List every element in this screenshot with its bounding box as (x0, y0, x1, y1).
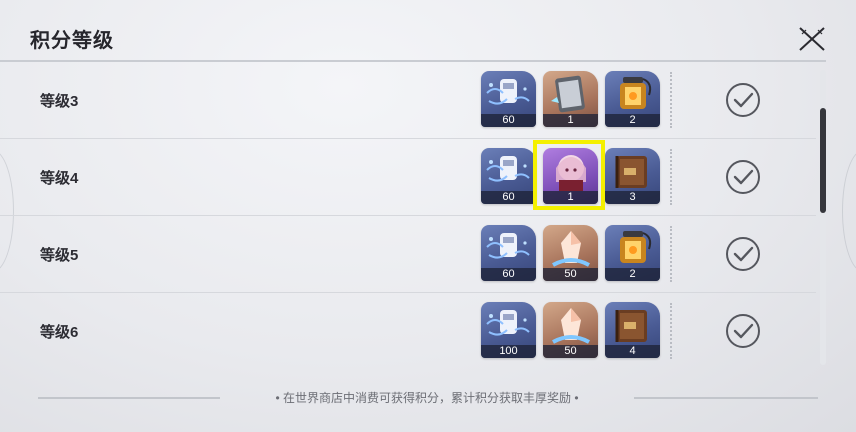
level-list: 等级3 60 1 2 等级4 60 1 3 等级5 60 50 2 等级6 100 50 4 (0, 62, 816, 369)
row-separator (670, 72, 672, 128)
reward-quantity: 60 (481, 114, 536, 127)
crystal-icon (486, 156, 530, 182)
level-label: 等级4 (40, 170, 79, 187)
reward-items: 60 50 2 (481, 225, 660, 281)
reward-items: 60 1 2 (481, 71, 660, 127)
reward-quantity: 2 (605, 114, 660, 127)
level-label: 等级6 (40, 324, 79, 341)
reward-item[interactable]: 60 (481, 71, 536, 127)
reward-items: 100 50 4 (481, 302, 660, 358)
row-separator (670, 303, 672, 359)
reward-quantity: 1 (543, 191, 598, 204)
crystal-icon (486, 79, 530, 105)
lantern-icon (620, 77, 652, 109)
claimed-check-icon (725, 82, 761, 118)
level-row: 等级3 60 1 2 (0, 62, 816, 139)
gem-shard-icon (552, 231, 590, 267)
reward-item[interactable]: 50 (543, 302, 598, 358)
book-icon (615, 156, 647, 188)
level-row: 等级4 60 1 3 (0, 139, 816, 216)
footer: • 在世界商店中消费可获得积分，累计积分获取丰厚奖励 • (0, 388, 856, 408)
crystal-icon (486, 233, 530, 259)
reward-quantity: 1 (543, 114, 598, 127)
reward-item[interactable]: 3 (605, 148, 660, 204)
right-edge-decoration (842, 150, 856, 272)
reward-quantity: 50 (543, 268, 598, 281)
reward-item[interactable]: 100 (481, 302, 536, 358)
reward-item[interactable]: 50 (543, 225, 598, 281)
reward-item[interactable]: 4 (605, 302, 660, 358)
phone-icon (551, 75, 585, 113)
footer-line-right (634, 397, 818, 399)
scrollbar-thumb[interactable] (820, 108, 826, 213)
book-icon (615, 310, 647, 342)
reward-item[interactable]: 2 (605, 225, 660, 281)
character-portrait-icon (556, 155, 586, 191)
claimed-check-icon (725, 236, 761, 272)
level-label: 等级3 (40, 93, 79, 110)
reward-items: 60 1 3 (481, 148, 660, 204)
close-icon (799, 27, 825, 51)
claimed-check-icon (725, 159, 761, 195)
level-row: 等级6 100 50 4 (0, 293, 816, 369)
crystal-icon (486, 310, 530, 336)
level-row: 等级5 60 50 2 (0, 216, 816, 293)
reward-quantity: 100 (481, 345, 536, 358)
reward-quantity: 60 (481, 191, 536, 204)
reward-quantity: 2 (605, 268, 660, 281)
close-button[interactable] (796, 24, 828, 54)
panel-title: 积分等级 (30, 30, 114, 52)
reward-quantity: 60 (481, 268, 536, 281)
reward-quantity: 3 (605, 191, 660, 204)
reward-item[interactable]: 60 (481, 225, 536, 281)
lantern-icon (620, 231, 652, 263)
reward-item[interactable]: 1 (543, 71, 598, 127)
reward-quantity: 50 (543, 345, 598, 358)
reward-quantity: 4 (605, 345, 660, 358)
row-separator (670, 149, 672, 205)
claimed-check-icon (725, 313, 761, 349)
level-label: 等级5 (40, 247, 79, 264)
scrollbar[interactable] (820, 70, 826, 365)
footer-text: • 在世界商店中消费可获得积分，累计积分获取丰厚奖励 • (275, 391, 579, 405)
reward-item[interactable]: 1 (543, 148, 598, 204)
reward-item[interactable]: 60 (481, 148, 536, 204)
row-separator (670, 226, 672, 282)
gem-shard-icon (552, 308, 590, 344)
reward-item[interactable]: 2 (605, 71, 660, 127)
footer-line-left (38, 397, 220, 399)
